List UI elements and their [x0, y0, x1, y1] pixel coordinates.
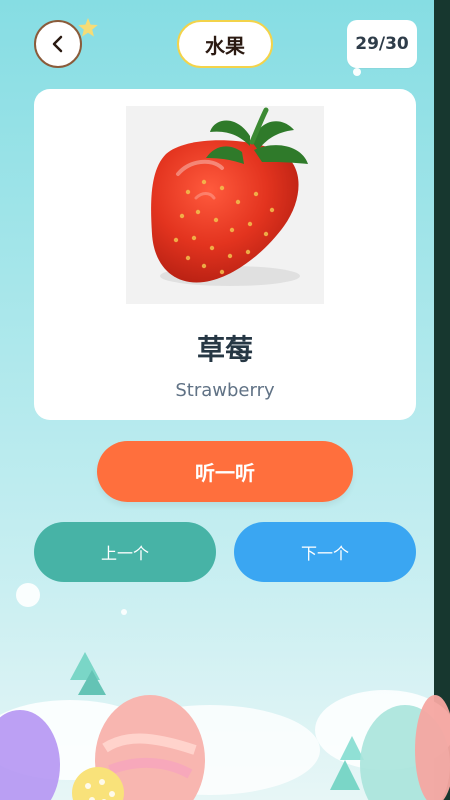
fruit-name-english: Strawberry [175, 380, 275, 401]
decorative-landscape [0, 583, 450, 800]
star-icon [78, 18, 98, 37]
listen-button[interactable]: 听一听 [97, 441, 353, 502]
page-title: 水果 [177, 20, 273, 68]
back-arrow-icon [52, 35, 63, 53]
strawberry-image [126, 106, 324, 304]
progress-counter: 29/30 [347, 20, 417, 76]
back-button[interactable] [34, 20, 82, 68]
fruit-name-chinese: 草莓 [196, 333, 253, 366]
